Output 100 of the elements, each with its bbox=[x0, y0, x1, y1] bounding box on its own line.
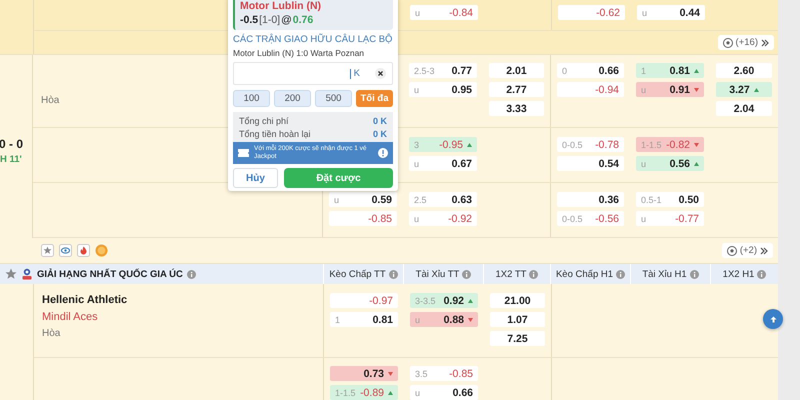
more-markets-button[interactable]: (+16) bbox=[718, 35, 774, 50]
total-label: Tổng tiền hoàn lại bbox=[239, 128, 311, 141]
total-value: 0 K bbox=[372, 115, 387, 128]
info-icon bbox=[388, 270, 398, 278]
odds-cell[interactable]: u 0.44 bbox=[637, 5, 705, 20]
league-title: CÁC TRẬN GIAO HỮU CÂU LẠC BỘ bbox=[233, 34, 393, 46]
odds-cell[interactable]: u -0.77 bbox=[636, 211, 704, 226]
handicap-value: -0.5 bbox=[240, 13, 258, 28]
soccer-ball-icon bbox=[726, 246, 737, 256]
close-icon[interactable] bbox=[375, 68, 386, 79]
score-value: [1-0] bbox=[259, 13, 280, 28]
down-triangle-icon bbox=[694, 142, 699, 146]
column-header: 1X2 TT bbox=[496, 268, 526, 280]
total-value: 0 K bbox=[372, 128, 387, 141]
draw-label: Hòa bbox=[42, 327, 60, 341]
odds-cell[interactable]: 0.73 bbox=[330, 366, 398, 381]
info-icon bbox=[462, 270, 472, 278]
up-triangle-icon bbox=[694, 68, 699, 72]
odds-cell[interactable]: 2.5 0.63 bbox=[409, 192, 477, 207]
column-header: Kèo Chấp TT bbox=[329, 268, 386, 280]
alert-icon bbox=[378, 148, 388, 158]
cancel-button[interactable]: Hủy bbox=[233, 168, 278, 188]
up-triangle-icon bbox=[467, 142, 472, 146]
star-icon bbox=[5, 268, 17, 280]
odds-cell[interactable]: 2.01 bbox=[489, 63, 544, 78]
odds-cell[interactable]: 2.77 bbox=[489, 82, 544, 97]
odds-value: 0.76 bbox=[292, 13, 314, 28]
up-triangle-icon bbox=[694, 162, 699, 166]
info-icon bbox=[690, 270, 699, 278]
odds-cell[interactable]: -0.97 bbox=[330, 293, 398, 308]
info-icon bbox=[529, 270, 538, 278]
at-sign: @ bbox=[281, 13, 292, 28]
info-icon bbox=[616, 270, 626, 278]
amount-button[interactable]: 100 bbox=[233, 90, 270, 107]
odds-cell[interactable]: u 0.56 bbox=[636, 156, 704, 171]
odds-cell[interactable]: 1 0.81 bbox=[330, 312, 398, 327]
draw-label: Hòa bbox=[41, 94, 60, 108]
odds-cell[interactable]: 3.5 -0.85 bbox=[410, 366, 478, 381]
odds-cell[interactable]: 21.00 bbox=[490, 293, 545, 308]
soccer-ball-icon bbox=[722, 38, 733, 48]
odds-cell[interactable]: 0-0.5 -0.56 bbox=[557, 211, 624, 226]
odds-cell[interactable]: -0.85 bbox=[329, 211, 397, 226]
odds-cell[interactable]: 3.27 bbox=[716, 82, 772, 97]
odds-cell[interactable]: -0.62 bbox=[558, 5, 625, 20]
odds-cell[interactable]: u 0.66 bbox=[410, 385, 478, 400]
selection-team: Motor Lublin (N) bbox=[240, 0, 322, 13]
down-triangle-icon bbox=[694, 88, 699, 92]
match-title: Motor Lublin (N) 1:0 Warta Poznan bbox=[233, 48, 366, 58]
column-header: Tài Xỉu TT bbox=[416, 268, 460, 280]
odds-cell[interactable]: 0.5-1 0.50 bbox=[636, 192, 704, 207]
column-header: Tài Xỉu H1 bbox=[642, 268, 687, 280]
odds-cell[interactable]: 0 0.66 bbox=[557, 63, 624, 78]
star-icon bbox=[41, 244, 54, 257]
up-triangle-icon bbox=[388, 390, 393, 394]
match-clock: H 11' bbox=[0, 154, 22, 164]
odds-cell[interactable]: u 0.95 bbox=[409, 82, 477, 97]
odds-cell[interactable]: 1.07 bbox=[490, 312, 545, 327]
odds-cell[interactable]: u -0.84 bbox=[410, 5, 478, 20]
coin-icon bbox=[95, 244, 108, 257]
ticket-icon bbox=[238, 149, 249, 157]
trophy-icon bbox=[21, 268, 33, 280]
odds-cell[interactable]: 0.36 bbox=[557, 192, 624, 207]
odds-cell[interactable]: 2.04 bbox=[716, 101, 772, 116]
flame-icon bbox=[77, 244, 90, 257]
odds-cell[interactable]: 1 0.81 bbox=[636, 63, 704, 78]
odds-cell[interactable]: 7.25 bbox=[490, 331, 545, 346]
odds-cell[interactable]: 0-0.5 -0.78 bbox=[557, 137, 624, 152]
odds-cell[interactable]: u 0.88 bbox=[410, 312, 478, 327]
amount-button[interactable]: 500 bbox=[315, 90, 352, 107]
odds-cell[interactable]: 2.5-3 0.77 bbox=[409, 63, 477, 78]
odds-cell[interactable]: u 0.67 bbox=[409, 156, 477, 171]
odds-cell[interactable]: 3 -0.95 bbox=[409, 137, 477, 152]
info-icon bbox=[757, 270, 766, 278]
odds-cell[interactable]: 3-3.5 0.92 bbox=[410, 293, 478, 308]
odds-cell[interactable]: u -0.92 bbox=[409, 211, 477, 226]
column-header: Kèo Chấp H1 bbox=[556, 268, 614, 280]
total-label: Tổng chi phí bbox=[239, 115, 289, 128]
odds-cell[interactable]: 3.33 bbox=[489, 101, 544, 116]
home-team: Hellenic Athletic bbox=[42, 293, 128, 308]
odds-cell[interactable]: u 0.59 bbox=[329, 192, 397, 207]
odds-cell[interactable]: 1-1.5 -0.89 bbox=[330, 385, 398, 400]
stake-input-field[interactable]: K bbox=[233, 62, 393, 85]
scrollbar[interactable] bbox=[778, 0, 800, 400]
odds-cell[interactable]: 0.54 bbox=[557, 156, 624, 171]
column-header: 1X2 H1 bbox=[722, 268, 754, 280]
amount-button[interactable]: 200 bbox=[274, 90, 311, 107]
double-chevron-icon bbox=[761, 38, 769, 46]
more-markets-button[interactable]: (+2) bbox=[722, 243, 773, 258]
up-triangle-icon bbox=[468, 298, 473, 302]
down-triangle-icon bbox=[388, 372, 393, 376]
odds-cell[interactable]: 2.60 bbox=[716, 63, 772, 78]
away-team: Mindil Aces bbox=[42, 310, 98, 325]
scroll-top-button[interactable] bbox=[763, 309, 783, 329]
double-chevron-icon bbox=[760, 246, 768, 254]
up-arrow-icon bbox=[770, 316, 776, 322]
odds-cell[interactable]: u 0.91 bbox=[636, 82, 704, 97]
info-icon bbox=[186, 270, 196, 278]
odds-cell[interactable]: -0.94 bbox=[557, 82, 624, 97]
league-name: GIẢI HẠNG NHẤT QUỐC GIA ÚC bbox=[37, 268, 183, 280]
eye-icon bbox=[59, 244, 72, 257]
